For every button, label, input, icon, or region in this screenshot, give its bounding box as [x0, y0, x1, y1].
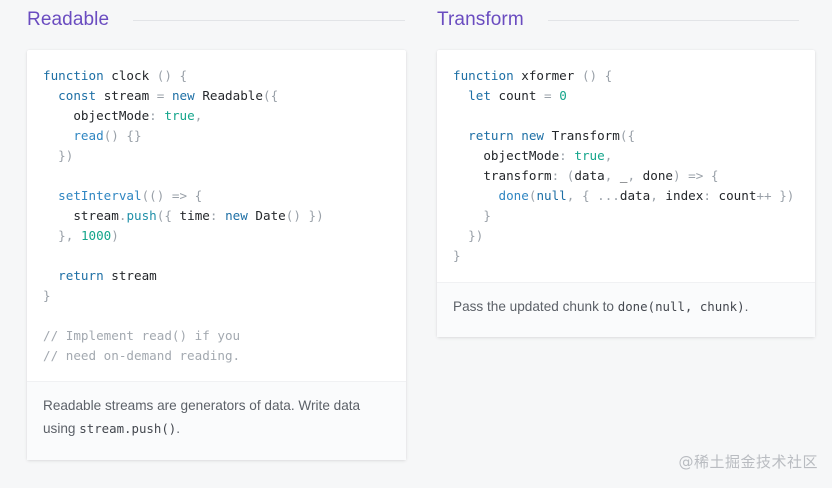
transform-footer-text: Pass the updated chunk to [453, 299, 618, 314]
readable-card-footer: Readable streams are generators of data.… [27, 381, 406, 460]
transform-section-divider [547, 19, 799, 21]
readable-code-block: function clock () { const stream = new R… [43, 68, 324, 363]
transform-section-title: Transform [437, 9, 524, 30]
transform-footer-code: done(null, chunk) [617, 299, 745, 314]
readable-section-divider [133, 19, 405, 21]
transform-card-footer: Pass the updated chunk to done(null, chu… [437, 282, 815, 337]
transform-footer-period: . [744, 299, 749, 314]
readable-section-title: Readable [27, 9, 110, 30]
readable-code-card: function clock () { const stream = new R… [27, 50, 406, 460]
watermark: @稀土掘金技术社区 [678, 453, 818, 471]
readable-section-header: Readable [27, 0, 405, 40]
readable-footer-code: stream.push() [79, 421, 177, 436]
transform-section-header: Transform [437, 0, 799, 40]
transform-code-block: function xformer () { let count = 0 retu… [453, 68, 795, 263]
readable-footer-period: . [176, 421, 181, 436]
transform-code-card: function xformer () { let count = 0 retu… [437, 50, 815, 337]
